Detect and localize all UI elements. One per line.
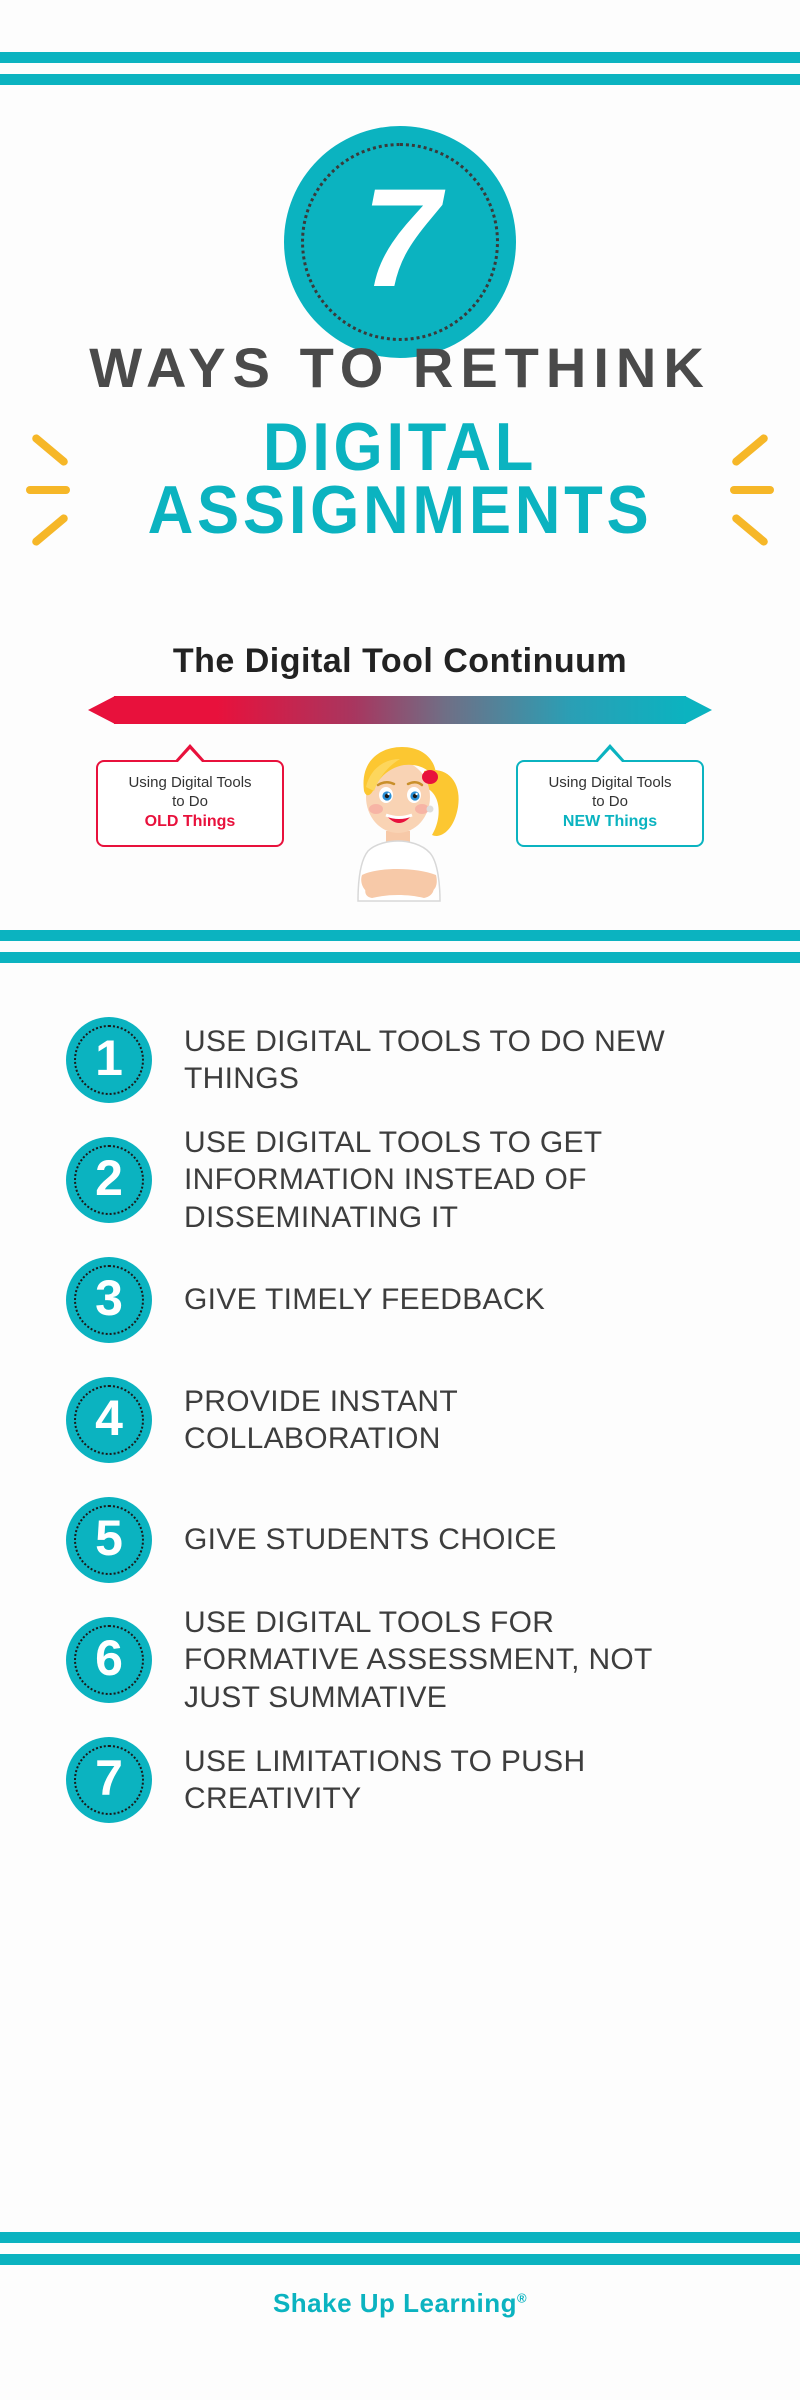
divider-gap-top [0,63,800,74]
page-title-line2: DIGITAL [262,409,538,485]
top-divider [0,52,800,85]
page-title-line1: WAYS TO RETHINK [89,336,711,399]
cartoon-girl-illustration [357,747,459,902]
divider-gap-bot [0,2243,800,2254]
registered-mark: ® [516,2290,528,2306]
arrow-head-right-icon [685,696,712,724]
continuum-heading: The Digital Tool Continuum [172,642,628,680]
footer: Shake Up Learning® [0,2288,800,2319]
divider-line-mid [0,930,800,941]
list-item-label: USE LIMITATIONS TO PUSH CREATIVITY [184,1744,586,1815]
callout-new-line1: Using Digital Tools [548,774,672,791]
arrow-head-left-icon [88,696,115,724]
continuum-callout-old: Using Digital Tools to Do OLD Things [96,744,284,847]
divider-line-top [0,52,800,63]
divider-line-mid-2 [0,952,800,963]
continuum-callout-new: Using Digital Tools to Do NEW Things [516,744,704,847]
tips-list: 1 USE DIGITAL TOOLS TO DO NEW THINGS 2 U… [0,1000,800,1840]
list-number-badge: 4 [66,1377,152,1463]
list-number-badge: 6 [66,1617,152,1703]
page-title-teal-block: DIGITAL ASSIGNMENTS [0,409,800,548]
list-number-text: 1 [95,1030,123,1086]
list-item: 2 USE DIGITAL TOOLS TO GET INFORMATION I… [0,1120,800,1240]
list-number-text: 2 [95,1150,123,1206]
list-item: 1 USE DIGITAL TOOLS TO DO NEW THINGS [0,1000,800,1120]
callout-new-line2: to Do [592,793,628,811]
callout-new-emphasis: NEW Things [562,813,658,831]
list-item: 4 PROVIDE INSTANT COLLABORATION [0,1360,800,1480]
list-number-text: 5 [95,1510,123,1566]
list-item-label: USE DIGITAL TOOLS TO DO NEW THINGS [184,1024,665,1095]
list-number-badge: 7 [66,1737,152,1823]
callout-old-emphasis: OLD Things [144,813,236,831]
continuum-arrow [88,692,712,728]
list-number-badge: 5 [66,1497,152,1583]
list-item-label: USE DIGITAL TOOLS FOR FORMATIVE ASSESSME… [184,1606,653,1714]
hero-number-text: 7 [362,159,440,316]
arrow-gradient-bar [114,696,686,724]
callout-old-line1: Using Digital Tools [128,774,252,791]
list-item: 6 USE DIGITAL TOOLS FOR FORMATIVE ASSESS… [0,1600,800,1720]
brand-name: Shake Up Learning® [273,2288,527,2318]
infographic-page: 7 WAYS TO RETHINK DIGITAL ASSIGNMENTS Th… [0,0,800,2400]
divider-line-bot [0,2232,800,2243]
list-item: 3 GIVE TIMELY FEEDBACK [0,1240,800,1360]
list-number-badge: 2 [66,1137,152,1223]
list-number-badge: 1 [66,1017,152,1103]
list-number-badge: 3 [66,1257,152,1343]
page-title-line3: ASSIGNMENTS [147,471,653,548]
list-item: 7 USE LIMITATIONS TO PUSH CREATIVITY [0,1720,800,1840]
list-item-label: PROVIDE INSTANT COLLABORATION [184,1384,458,1455]
list-item-label: GIVE STUDENTS CHOICE [184,1523,557,1557]
list-number-text: 6 [95,1630,123,1686]
brand-name-text: Shake Up Learning [272,2288,517,2318]
list-number-text: 3 [95,1270,123,1326]
bottom-divider [0,2232,800,2265]
hero-number-badge: 7 [284,126,516,358]
divider-line-bot-2 [0,2254,800,2265]
list-item-label: USE DIGITAL TOOLS TO GET INFORMATION INS… [184,1126,602,1234]
list-item-label: GIVE TIMELY FEEDBACK [184,1283,546,1317]
divider-line-top-2 [0,74,800,85]
divider-gap-mid [0,941,800,952]
list-number-text: 4 [95,1390,123,1446]
list-number-text: 7 [95,1750,123,1806]
middle-divider [0,930,800,963]
callout-old-line2: to Do [172,793,208,811]
list-item: 5 GIVE STUDENTS CHOICE [0,1480,800,1600]
